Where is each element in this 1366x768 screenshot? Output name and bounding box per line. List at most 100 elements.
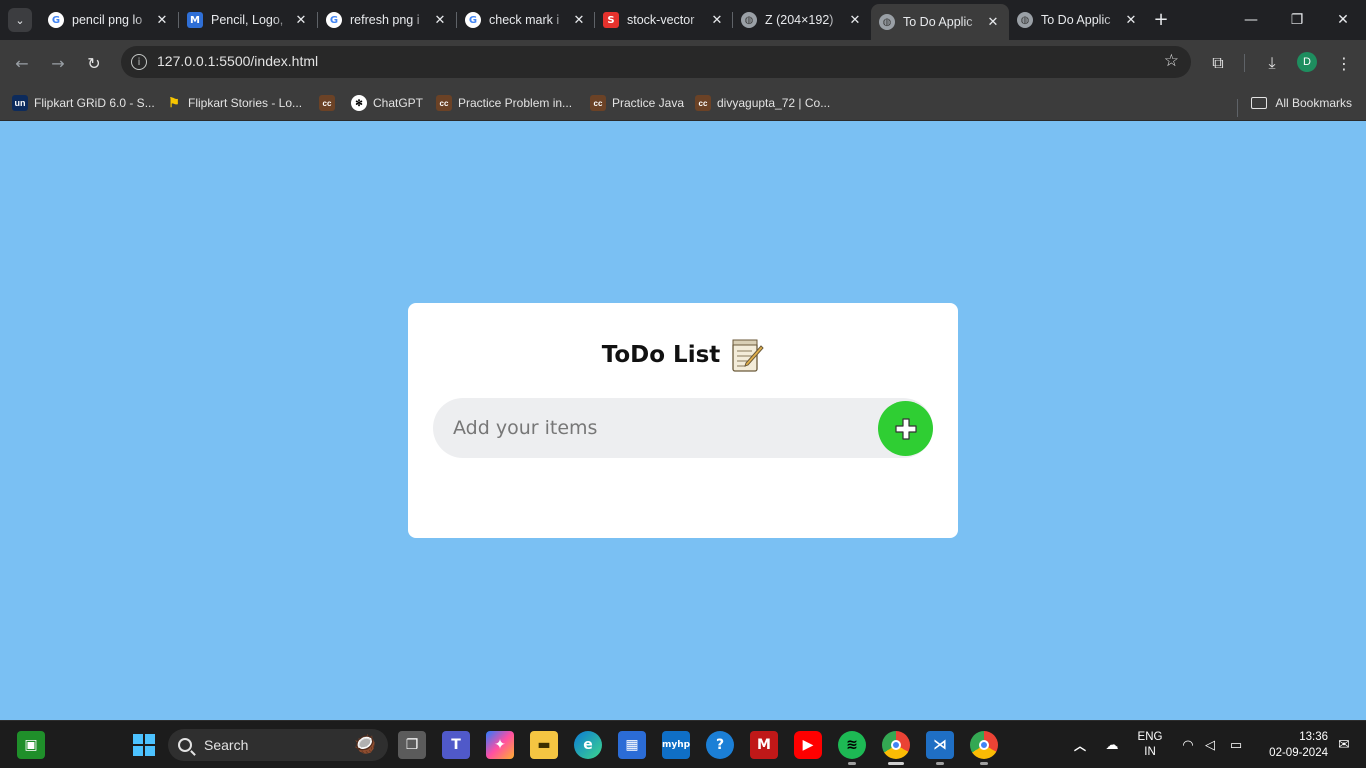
bookmark-item[interactable]: cc Practice Java [590, 92, 684, 114]
notepad-icon [730, 337, 764, 373]
todo-input-row [433, 398, 933, 458]
extensions-button[interactable]: ⧉ [1206, 51, 1230, 75]
bookmark-item[interactable]: ⚑ Flipkart Stories - Lo... [166, 92, 302, 114]
puzzle-icon: ⧉ [1212, 53, 1224, 72]
volume-icon[interactable]: ◁ [1196, 731, 1224, 759]
restore-button[interactable]: ❐ [1285, 8, 1309, 32]
arrow-left-icon: ← [15, 53, 29, 73]
youtube-icon[interactable]: ▶ [794, 731, 822, 759]
taskbar-search[interactable]: Search 🥥 [168, 729, 388, 761]
menu-button[interactable]: ⋮ [1332, 51, 1356, 75]
google-icon: G [465, 12, 481, 28]
close-tab-icon[interactable]: ✕ [293, 13, 309, 28]
teams-icon[interactable]: T [442, 731, 470, 759]
browser-tab-strip: ⌄ G pencil png lo ✕ M Pencil, Logo, ✕ G … [0, 0, 1366, 40]
bookmark-item[interactable]: ✻ ChatGPT [351, 92, 423, 114]
codechef-icon: cc [695, 95, 711, 111]
google-icon: G [48, 12, 64, 28]
todo-card: ToDo List [408, 303, 958, 538]
plus-icon [894, 417, 917, 440]
close-tab-icon[interactable]: ✕ [709, 13, 725, 28]
close-tab-icon[interactable]: ✕ [847, 13, 863, 28]
profile-avatar[interactable]: D [1297, 52, 1317, 72]
start-button[interactable] [130, 731, 158, 759]
forward-button[interactable]: → [46, 51, 70, 75]
close-window-button[interactable]: ✕ [1331, 8, 1355, 32]
task-view-icon[interactable]: ❐ [398, 731, 426, 759]
chatgpt-icon: ✻ [351, 95, 367, 111]
desktop-widget-icon[interactable]: ▣ [17, 731, 45, 759]
search-highlight-icon: 🥥 [353, 734, 376, 754]
bookmarks-bar: un Flipkart GRiD 6.0 - S... ⚑ Flipkart S… [0, 85, 1366, 121]
browser-toolbar: ← → ↻ i ☆ ⧉ ⤓ D ⋮ [0, 40, 1366, 85]
windows-taskbar: ▣ Search 🥥 ❐ T ✦ ▬ e ▦ myhp ? M ▶ ≋ ⋊ ︿ … [0, 720, 1366, 768]
battery-icon[interactable]: ▭ [1222, 731, 1250, 759]
browser-tab[interactable]: G pencil png lo ✕ [40, 4, 178, 36]
close-tab-icon[interactable]: ✕ [1123, 13, 1139, 28]
codechef-icon: cc [436, 95, 452, 111]
new-tab-button[interactable]: + [1150, 8, 1172, 30]
todo-item-input[interactable] [453, 414, 853, 442]
add-item-button[interactable] [878, 401, 933, 456]
bookmark-item[interactable]: cc Practice Problem in... [436, 92, 572, 114]
file-explorer-icon[interactable]: ▬ [530, 731, 558, 759]
red-site-icon: S [603, 12, 619, 28]
bookmark-star-icon[interactable]: ☆ [1164, 51, 1179, 71]
notifications-icon[interactable]: ✉ [1330, 731, 1358, 759]
bookmark-item[interactable]: un Flipkart GRiD 6.0 - S... [12, 92, 155, 114]
google-icon: G [326, 12, 342, 28]
spotify-icon[interactable]: ≋ [838, 731, 866, 759]
close-icon: ✕ [1337, 12, 1349, 28]
codechef-icon: cc [319, 95, 335, 111]
pencil-site-icon: M [187, 12, 203, 28]
chevron-down-icon: ⌄ [15, 13, 25, 27]
windows-logo-icon [133, 734, 155, 756]
arrow-right-icon: → [51, 53, 65, 73]
browser-tab[interactable]: S stock-vector ✕ [595, 4, 733, 36]
store-icon[interactable]: ▦ [618, 731, 646, 759]
all-bookmarks-button[interactable]: All Bookmarks [1251, 92, 1352, 114]
more-vert-icon: ⋮ [1336, 53, 1352, 73]
restore-icon: ❐ [1290, 12, 1304, 28]
system-clock[interactable]: 13:36 02-09-2024 [1256, 729, 1328, 761]
browser-tab[interactable]: ◍ Z (204×192) ✕ [733, 4, 871, 36]
url-input[interactable] [157, 53, 1057, 69]
bookmark-item[interactable]: cc [319, 92, 341, 114]
onedrive-icon[interactable]: ☁ [1098, 731, 1126, 759]
chrome-icon[interactable] [882, 731, 910, 759]
chrome-profile-icon[interactable] [970, 731, 998, 759]
downloads-button[interactable]: ⤓ [1260, 51, 1284, 75]
tab-search-button[interactable]: ⌄ [8, 8, 32, 32]
browser-tab[interactable]: G refresh png i ✕ [318, 4, 456, 36]
show-hidden-icons-button[interactable]: ︿ [1066, 731, 1094, 759]
close-tab-icon[interactable]: ✕ [571, 13, 587, 28]
address-bar[interactable]: i ☆ [121, 46, 1191, 78]
codechef-icon: cc [590, 95, 606, 111]
flipkart-icon: ⚑ [168, 95, 180, 110]
myhp-icon[interactable]: myhp [662, 731, 690, 759]
browser-tab[interactable]: ◍ To Do Applic ✕ [1009, 4, 1147, 36]
bookmark-item[interactable]: cc divyagupta_72 | Co... [695, 92, 830, 114]
close-tab-icon[interactable]: ✕ [432, 13, 448, 28]
globe-icon: ◍ [879, 14, 895, 30]
help-icon[interactable]: ? [706, 731, 734, 759]
site-info-icon[interactable]: i [131, 54, 147, 70]
edge-icon[interactable]: e [574, 731, 602, 759]
browser-tab[interactable]: G check mark i ✕ [457, 4, 595, 36]
back-button[interactable]: ← [10, 51, 34, 75]
language-indicator[interactable]: ENG IN [1136, 730, 1164, 760]
minimize-icon: — [1244, 12, 1258, 28]
reload-icon: ↻ [87, 53, 101, 73]
minimize-button[interactable]: — [1239, 8, 1263, 32]
close-tab-icon[interactable]: ✕ [154, 13, 170, 28]
browser-tab-active[interactable]: ◍ To Do Applic ✕ [871, 4, 1009, 40]
browser-tab[interactable]: M Pencil, Logo, ✕ [179, 4, 317, 36]
mcafee-icon[interactable]: M [750, 731, 778, 759]
chevron-up-icon: ︿ [1073, 738, 1086, 753]
search-icon [178, 738, 192, 752]
close-tab-icon[interactable]: ✕ [985, 15, 1001, 30]
page-title: ToDo List [408, 337, 958, 373]
copilot-icon[interactable]: ✦ [486, 731, 514, 759]
vscode-icon[interactable]: ⋊ [926, 731, 954, 759]
reload-button[interactable]: ↻ [82, 51, 106, 75]
